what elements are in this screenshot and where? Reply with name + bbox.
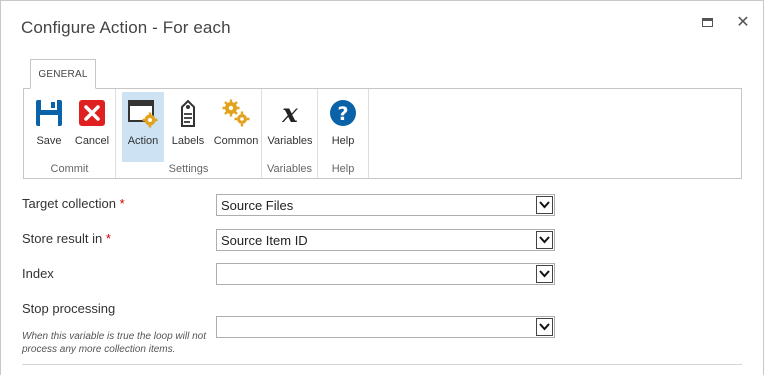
stop-processing-help: When this variable is true the loop will…: [22, 331, 206, 355]
required-marker: *: [105, 231, 111, 246]
cancel-label: Cancel: [74, 135, 110, 147]
store-result-select[interactable]: Source Item ID: [216, 229, 555, 251]
close-button[interactable]: ✕: [734, 14, 752, 32]
stop-processing-label: Stop processing: [22, 301, 116, 316]
ribbon: Save Cancel Commit Action Labels Common …: [23, 88, 742, 179]
chevron-down-icon: [536, 265, 553, 283]
stop-processing-select[interactable]: [216, 316, 555, 338]
variables-button[interactable]: x Variables: [265, 92, 315, 162]
divider: [22, 364, 742, 365]
store-result-text: Store result in: [22, 231, 103, 246]
chevron-down-icon: [536, 196, 553, 214]
gears-icon: [222, 99, 250, 127]
target-collection-value: Source Files: [221, 198, 294, 213]
target-collection-select[interactable]: Source Files: [216, 194, 555, 216]
action-icon: [128, 100, 158, 128]
dialog-title: Configure Action - For each: [21, 18, 231, 37]
svg-text:x: x: [281, 99, 298, 128]
maximize-button[interactable]: [699, 14, 717, 32]
group-label-settings: Settings: [168, 163, 209, 175]
target-collection-text: Target collection: [22, 196, 116, 211]
index-select[interactable]: [216, 263, 555, 285]
labels-button[interactable]: Labels: [166, 92, 210, 162]
chevron-down-icon: [536, 231, 553, 249]
labels-label: Labels: [171, 135, 205, 147]
configure-action-dialog: Configure Action - For each ✕ GENERAL Sa…: [0, 0, 764, 375]
help-label: Help: [331, 135, 355, 147]
target-collection-label: Target collection *: [22, 196, 125, 211]
index-label: Index: [22, 266, 54, 281]
save-button[interactable]: Save: [29, 92, 69, 162]
ribbon-group-commit: Save Cancel Commit: [24, 89, 116, 178]
group-label-help: Help: [331, 163, 355, 175]
chevron-down-icon: [536, 318, 553, 336]
close-icon: ✕: [736, 14, 750, 31]
store-result-value: Source Item ID: [221, 233, 308, 248]
cancel-icon: [79, 100, 105, 126]
ribbon-group-settings: Action Labels Common Settings: [116, 89, 262, 178]
maximize-icon: [702, 18, 713, 27]
cancel-button[interactable]: Cancel: [72, 92, 112, 162]
common-button[interactable]: Common: [212, 92, 260, 162]
ribbon-group-help: ? Help Help: [318, 89, 369, 178]
ribbon-group-variables: x Variables Variables: [262, 89, 318, 178]
group-label-variables: Variables: [266, 163, 313, 175]
group-label-commit: Commit: [50, 163, 89, 175]
labels-icon: [181, 99, 195, 127]
variables-label: Variables: [267, 135, 313, 147]
help-button[interactable]: ? Help: [323, 92, 363, 162]
help-icon: ?: [330, 100, 356, 126]
common-label: Common: [213, 135, 259, 147]
save-label: Save: [36, 135, 62, 147]
store-result-label: Store result in *: [22, 231, 111, 246]
svg-text:?: ?: [337, 103, 348, 125]
action-button[interactable]: Action: [122, 92, 164, 162]
action-label: Action: [127, 135, 159, 147]
variable-x-icon: x: [281, 99, 298, 128]
tab-general[interactable]: GENERAL: [30, 59, 96, 89]
save-icon: [36, 100, 62, 126]
required-marker: *: [119, 196, 125, 211]
